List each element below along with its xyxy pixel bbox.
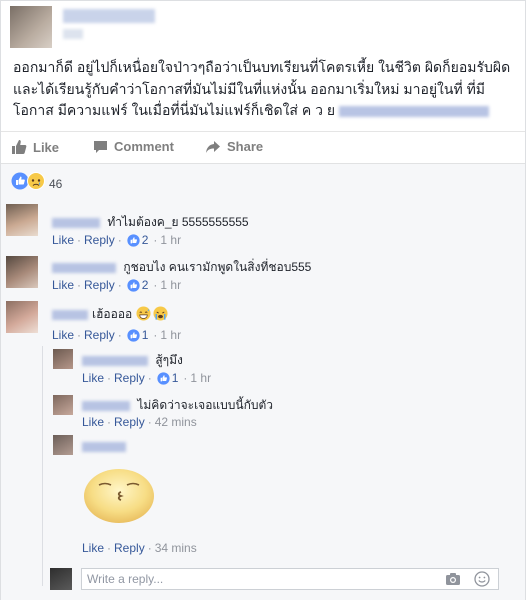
commenter-name-blurred[interactable] [52,217,100,228]
reply-reply-link[interactable]: Reply [114,541,145,555]
post-text-line: โอกาส มีความแฟร์ ในเมื่อที่นี่มันไม่แฟร์… [13,100,518,122]
reply-like-count[interactable]: 1 [157,371,178,385]
reply-1: สู้ๆมึง [82,351,183,370]
current-user-avatar[interactable] [50,568,72,590]
reply-avatar[interactable] [53,435,73,455]
reactions-row[interactable]: 46 [11,172,62,195]
author-name-blurred[interactable] [63,9,155,23]
reply-time[interactable]: 1 hr [190,371,211,385]
crying-face-emoji-icon [153,305,168,324]
comment-avatar[interactable] [6,256,38,288]
comment-1: ทำไมต้องค_ย 5555555555 [52,213,249,232]
author-avatar[interactable] [10,6,52,48]
tagged-name-blurred[interactable] [338,105,489,117]
reply-text: สู้ๆมึง [155,353,183,367]
post-body: ออกมาก็ดี อยู่ไปก็เหนื่อยใจป่าวๆถือว่าเป… [13,57,518,122]
like-reaction-icon [127,233,140,247]
commenter-name-blurred[interactable] [82,400,130,411]
thumbs-up-icon [11,139,27,155]
comment-text: เฮ้ออออ [92,307,133,321]
reply-2: ไม่คิดว่าจะเจอแบบนี้กับตัว [82,396,273,415]
comment-1-actions: Like · Reply · 2 · 1 hr [52,233,182,247]
camera-icon[interactable] [445,572,461,591]
reply-thread-line [42,346,43,586]
comment-like-count[interactable]: 2 [127,233,148,247]
comment-bubble-icon [93,140,108,154]
comment-like-link[interactable]: Like [52,328,74,342]
commenter-name-blurred[interactable] [82,355,148,366]
reply-time[interactable]: 34 mins [155,541,197,555]
share-arrow-icon [205,140,221,154]
grin-sweat-emoji-icon [136,305,151,324]
reply-reply-link[interactable]: Reply [114,371,145,385]
reply-reply-link[interactable]: Reply [114,415,145,429]
reactions-summary[interactable]: 46 [1,163,525,199]
comment-label: Comment [114,139,174,154]
commenter-name-blurred[interactable] [52,262,116,273]
reply-avatar[interactable] [53,395,73,415]
comment-avatar[interactable] [6,301,38,333]
reply-3-actions: Like · Reply · 34 mins [82,541,197,555]
reply-3 [82,439,130,453]
comment-2: กูชอบไง คนเรามักพูดในสิ่งที่ชอบ555 [52,258,311,277]
reply-avatar[interactable] [53,349,73,369]
like-label: Like [33,139,60,155]
reaction-count: 46 [49,176,63,191]
comment-like-count[interactable]: 1 [127,328,148,342]
comment-2-actions: Like · Reply · 2 · 1 hr [52,278,182,292]
sad-reaction-icon [27,172,45,195]
comment-button[interactable]: Comment [93,139,174,154]
like-reaction-icon [127,278,140,292]
reply-composer[interactable] [81,568,499,590]
comments-section: ทำไมต้องค_ย 5555555555 Like · Reply · 2 … [1,199,525,600]
post-action-bar: Like Comment Share [1,131,525,163]
facebook-post: ออกมาก็ดี อยู่ไปก็เหนื่อยใจป่าวๆถือว่าเป… [0,0,526,600]
reply-like-link[interactable]: Like [82,371,104,385]
comment-reply-link[interactable]: Reply [84,278,115,292]
reply-time[interactable]: 42 mins [155,415,197,429]
kissing-face-sticker[interactable] [83,468,155,524]
like-reaction-icon [127,328,140,342]
comment-3: เฮ้ออออ [52,305,168,324]
share-label: Share [227,139,264,154]
comment-3-actions: Like · Reply · 1 · 1 hr [52,328,182,342]
comment-time[interactable]: 1 hr [160,233,181,247]
comment-text: ทำไมต้องค_ย 5555555555 [107,215,249,229]
share-button[interactable]: Share [205,139,263,154]
post-text-line: ออกมาก็ดี อยู่ไปก็เหนื่อยใจป่าวๆถือว่าเป… [13,59,511,75]
comment-like-link[interactable]: Like [52,233,74,247]
smiley-emoji-icon[interactable] [474,571,490,592]
post-text-line3: โอกาส มีความแฟร์ ในเมื่อที่นี่มันไม่แฟร์… [13,102,336,118]
reply-1-actions: Like · Reply · 1 · 1 hr [82,371,212,385]
comment-like-link[interactable]: Like [52,278,74,292]
commenter-name-blurred[interactable] [52,309,88,320]
reply-like-link[interactable]: Like [82,541,104,555]
comment-avatar[interactable] [6,204,38,236]
reply-input[interactable] [82,569,422,589]
like-button[interactable]: Like [11,139,59,155]
reply-like-link[interactable]: Like [82,415,104,429]
comment-text: กูชอบไง คนเรามักพูดในสิ่งที่ชอบ555 [123,260,312,274]
reply-text: ไม่คิดว่าจะเจอแบบนี้กับตัว [137,398,273,412]
comment-reply-link[interactable]: Reply [84,328,115,342]
post-meta-blurred [63,29,83,39]
reply-2-actions: Like · Reply · 42 mins [82,415,197,429]
comment-time[interactable]: 1 hr [160,278,181,292]
comment-reply-link[interactable]: Reply [84,233,115,247]
commenter-name-blurred[interactable] [82,441,126,452]
post-text-line: และได้เรียนรู้กับคำว่าโอกาสที่มันไม่มีใน… [13,80,486,97]
comment-like-count[interactable]: 2 [127,278,148,292]
comment-time[interactable]: 1 hr [160,328,181,342]
like-reaction-icon [157,371,170,385]
